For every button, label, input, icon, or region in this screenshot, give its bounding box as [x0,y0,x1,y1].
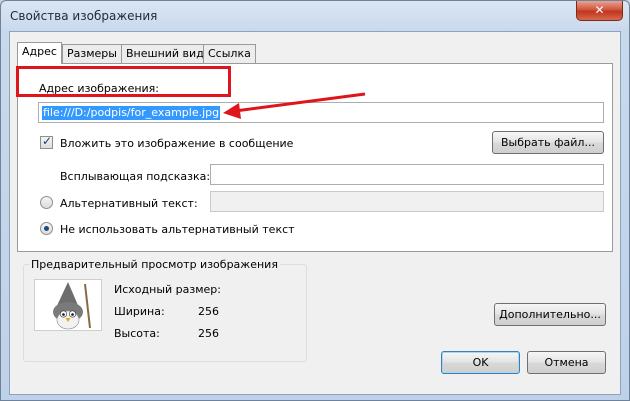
width-value: 256 [198,305,219,318]
annotation-highlight-box [16,66,231,97]
attach-image-label: Вложить это изображение в сообщение [60,137,294,150]
height-value: 256 [198,327,219,340]
cancel-button[interactable]: Отмена [527,351,606,374]
advanced-button[interactable]: Дополнительно... [494,303,606,326]
choose-file-button[interactable]: Выбрать файл... [492,131,604,154]
alt-text-input[interactable] [210,191,604,212]
title-bar: Свойства изображения ✕ [1,1,629,31]
checkmark-icon: ✓ [42,134,53,148]
image-properties-dialog: Свойства изображения ✕ Адрес Размеры Вне… [0,0,630,401]
tab-appearance[interactable]: Внешний вид [121,44,209,63]
attach-image-checkbox[interactable]: ✓ [40,134,53,149]
height-label: Высота: [114,327,160,340]
tab-location[interactable]: Адрес [17,42,62,64]
original-size-label: Исходный размер: [114,283,221,296]
image-location-input[interactable]: file:///D:/podpis/for_example.jpg [38,102,604,123]
tab-link[interactable]: Ссылка [203,44,256,63]
tooltip-label: Всплывающая подсказка: [60,170,211,183]
tab-dimensions[interactable]: Размеры [62,44,122,63]
radio-selected-dot [44,226,49,231]
image-preview-group: Предварительный просмотр изображения Исх… [23,258,307,362]
no-alt-text-radio[interactable] [40,222,53,235]
alt-text-radio[interactable] [40,196,53,209]
ok-button[interactable]: OK [441,351,520,374]
no-alt-text-label: Не использовать альтернативный текст [60,223,295,236]
alt-text-label: Альтернативный текст: [60,197,198,210]
image-location-value: file:///D:/podpis/for_example.jpg [42,106,221,120]
image-preview-title: Предварительный просмотр изображения [29,258,280,271]
wizard-penguin-icon [53,282,91,330]
close-button[interactable]: ✕ [576,1,623,21]
preview-thumbnail [34,279,102,331]
window-title: Свойства изображения [10,9,158,23]
tooltip-input[interactable] [210,164,604,185]
width-label: Ширина: [114,305,165,318]
